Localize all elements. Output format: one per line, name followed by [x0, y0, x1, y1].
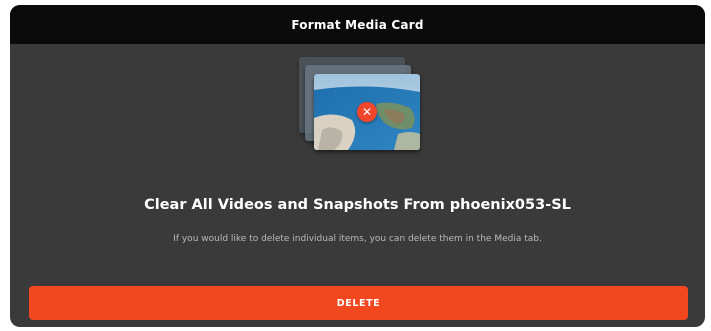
- delete-x-badge-icon: ✕: [357, 102, 377, 122]
- delete-button[interactable]: DELETE: [29, 286, 688, 320]
- format-media-card-dialog: Format Media Card ✕ Clear All Videos and…: [10, 5, 705, 327]
- media-thumbnails-stack-icon: ✕: [297, 57, 422, 152]
- dialog-title-bar: Format Media Card: [10, 5, 705, 44]
- dialog-headline: Clear All Videos and Snapshots From phoe…: [144, 197, 571, 213]
- dialog-title: Format Media Card: [291, 17, 424, 32]
- dialog-subtext: If you would like to delete individual i…: [173, 234, 542, 244]
